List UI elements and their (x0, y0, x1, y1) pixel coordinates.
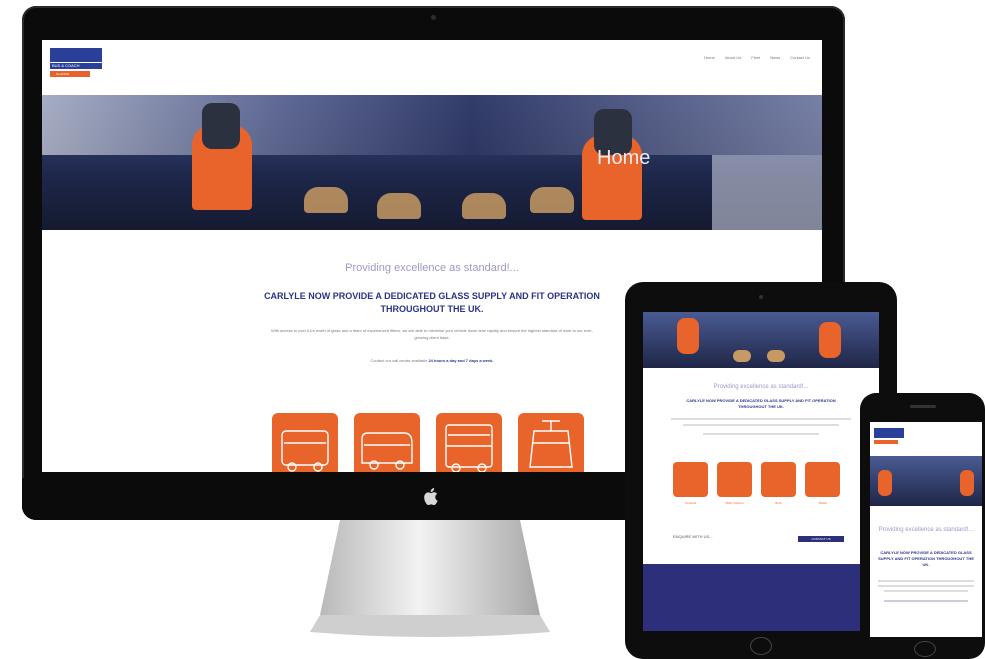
logo-emblem (50, 48, 102, 62)
phone-hero (870, 456, 982, 506)
site-contact-line: Contact our call centre available 24 hou… (267, 358, 597, 363)
phone-heading: CARLYLE NOW PROVIDE A DEDICATED GLASS SU… (878, 550, 974, 567)
mini-coach-tile[interactable] (354, 413, 420, 472)
phone-hero-worker (960, 470, 974, 496)
tablet-body-line (671, 418, 851, 420)
bus-tile[interactable] (436, 413, 502, 472)
desktop-camera (431, 15, 436, 20)
coach-icon (281, 430, 329, 472)
tablet-screen: Providing excellence as standard!... CAR… (643, 312, 879, 631)
tablet-body-line (683, 424, 839, 426)
site-body-text: With access to over £1m worth of glass a… (271, 328, 593, 340)
tablet-mini-coach-tile[interactable] (717, 462, 752, 497)
nav-about[interactable]: About Us (725, 55, 741, 60)
phone-screen: Providing excellence as standard!... CAR… (870, 422, 982, 637)
nav-contact[interactable]: Contact Us (790, 55, 810, 60)
tablet-hero-worker (677, 318, 699, 354)
desktop-stand (310, 520, 550, 637)
tablet-heading: CARLYLE NOW PROVIDE A DEDICATED GLASS SU… (686, 398, 836, 409)
phone-body-line (878, 580, 974, 582)
site-logo[interactable]: BUS & COACH GLAZING (50, 48, 102, 78)
contact-prefix: Contact our call centre available (370, 358, 429, 363)
logo-wordmark: BUS & COACH (50, 63, 102, 69)
tablet-tile-label: BUS (775, 501, 782, 505)
nav-home[interactable]: Home (704, 55, 715, 60)
tram-icon (529, 420, 573, 468)
phone-home-button (914, 641, 936, 657)
main-nav: Home About Us Fleet News Contact Us (704, 55, 810, 60)
hero-title: Home (597, 147, 651, 169)
mini-coach-icon (361, 432, 413, 470)
nav-news[interactable]: News (770, 55, 780, 60)
tablet-contact-button[interactable]: CONTACT US (798, 536, 844, 542)
tablet-contact-line (703, 433, 819, 435)
phone-logo-tagline (874, 440, 898, 444)
tablet-camera (759, 295, 763, 299)
tablet-tile-label: TRAM (818, 501, 827, 505)
hero-ceiling (42, 95, 822, 155)
logo-line-3: GLAZING (56, 72, 70, 76)
tram-tile[interactable] (518, 413, 584, 472)
phone-contact-line (884, 600, 968, 602)
site-heading: CARLYLE NOW PROVIDE A DEDICATED GLASS SU… (264, 291, 600, 314)
double-decker-bus-icon (445, 424, 493, 472)
tablet-home-button (750, 637, 772, 655)
tablet-tram-tile[interactable] (805, 462, 840, 497)
tablet-hero-worker (819, 322, 841, 358)
tablet-tagline: Providing excellence as standard!... (713, 384, 809, 390)
nav-fleet[interactable]: Fleet (751, 55, 760, 60)
tablet-tile-label: COACH (685, 501, 696, 505)
coach-tile[interactable] (272, 413, 338, 472)
hero-bus-side (712, 155, 822, 230)
tablet-hero (643, 312, 879, 368)
phone-speaker (910, 405, 936, 408)
logo-tagline: GLAZING (50, 71, 90, 77)
tablet-enquire-label: ENQUIRE WITH US... (673, 534, 713, 539)
tablet-hero-seat (767, 350, 785, 362)
tablet-coach-tile[interactable] (673, 462, 708, 497)
tablet-bus-tile[interactable] (761, 462, 796, 497)
logo-line-2: BUS & COACH (52, 63, 80, 68)
site-tagline: Providing excellence as standard!... (345, 262, 519, 274)
phone-tagline: Providing excellence as standard!... (878, 527, 974, 533)
hero-seat (377, 193, 421, 219)
phone-logo[interactable] (874, 428, 904, 450)
phone-hero-worker (878, 470, 892, 496)
tablet-footer (643, 564, 879, 631)
hero-worker-left-head (202, 103, 240, 149)
phone-body-line (884, 590, 968, 592)
hero-seat (530, 187, 574, 213)
tablet-tile-label: MINI COACH (725, 501, 744, 505)
tablet-hero-seat (733, 350, 751, 362)
apple-logo-icon (424, 488, 438, 505)
hero-banner: Home (42, 95, 822, 230)
contact-highlight: 24 hours a day and 7 days a week. (428, 358, 494, 363)
hero-seat (304, 187, 348, 213)
phone-body-line (878, 585, 974, 587)
hero-seat (462, 193, 506, 219)
phone-logo-emblem (874, 428, 904, 438)
